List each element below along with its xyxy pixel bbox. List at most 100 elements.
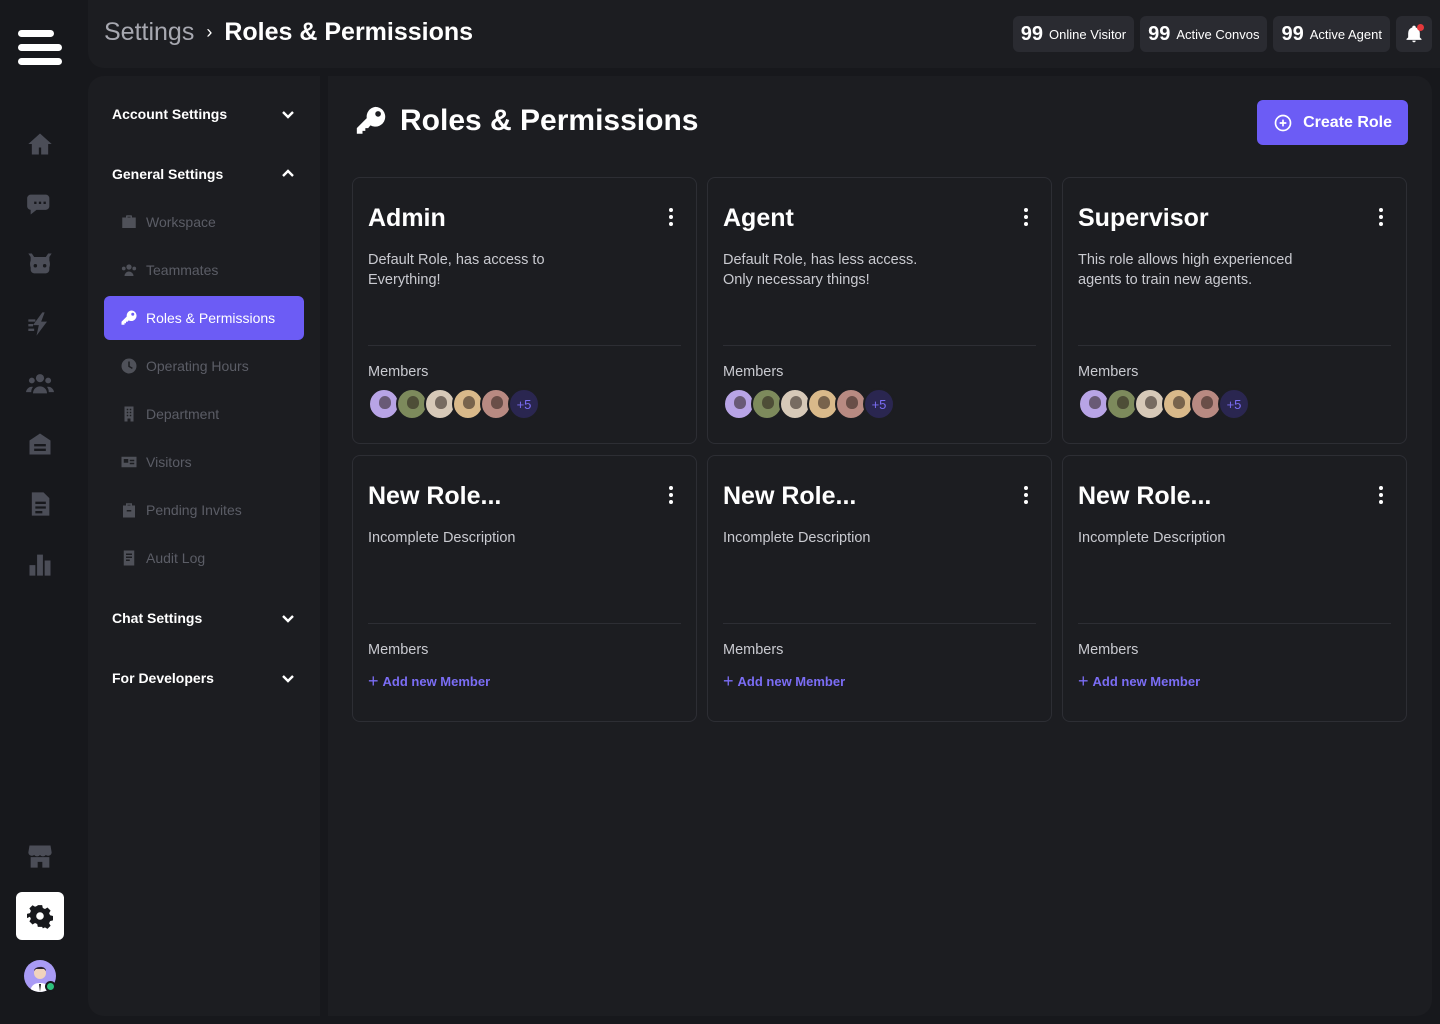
stat-online-visitor[interactable]: 99 Online Visitor: [1012, 16, 1135, 52]
role-card[interactable]: Agent Default Role, has less access. Only…: [707, 177, 1052, 444]
more-members-badge[interactable]: +5: [863, 388, 895, 420]
building-icon: [124, 406, 134, 422]
member-avatars[interactable]: +5: [723, 388, 895, 420]
chevron-right-icon: ›: [206, 22, 213, 42]
chevron-up-icon: [282, 169, 294, 177]
stat-label: Active Convos: [1176, 26, 1260, 42]
divider: [723, 623, 1036, 624]
notifications-button[interactable]: [1396, 16, 1432, 52]
settings-sidebar: Account Settings General Settings Worksp…: [88, 76, 320, 1016]
group-chat-settings[interactable]: Chat Settings: [112, 610, 296, 626]
divider: [1078, 623, 1391, 624]
sidebar-item-label: Pending Invites: [146, 502, 242, 518]
lightning-icon[interactable]: [25, 309, 55, 339]
role-card[interactable]: New Role... Incomplete Description Members…: [707, 455, 1052, 722]
more-options-icon[interactable]: [1023, 208, 1029, 226]
sidebar-item-department[interactable]: Department: [104, 392, 304, 436]
sidebar-item-operating-hours[interactable]: Operating Hours: [104, 344, 304, 388]
members-label: Members: [368, 364, 429, 380]
group-label: Account Settings: [112, 106, 228, 122]
top-header: Settings › Roles & Permissions 99 Online…: [88, 0, 1440, 68]
add-member-button[interactable]: + Add new Member: [368, 671, 490, 691]
bot-icon[interactable]: [25, 249, 55, 279]
role-description: Default Role, has less access. Only nece…: [723, 252, 918, 288]
sidebar-item-audit-log[interactable]: Audit Log: [104, 536, 304, 580]
members-label: Members: [723, 364, 784, 380]
sidebar-item-label: Teammates: [146, 262, 219, 278]
users-icon: [121, 264, 137, 276]
more-options-icon[interactable]: [1378, 208, 1384, 226]
key-icon: [356, 106, 386, 134]
divider: [1078, 345, 1391, 346]
page-header: Roles & Permissions: [354, 104, 698, 138]
home-icon[interactable]: [25, 129, 55, 159]
stat-label: Online Visitor: [1049, 26, 1127, 42]
role-card[interactable]: New Role... Incomplete Description Members…: [352, 455, 697, 722]
group-label: For Developers: [112, 670, 214, 686]
stat-active-agent[interactable]: 99 Active Agent: [1273, 16, 1390, 52]
group-label: General Settings: [112, 166, 224, 182]
more-options-icon[interactable]: [668, 208, 674, 226]
role-title: New Role...: [1078, 482, 1212, 510]
role-title: Agent: [723, 204, 794, 232]
sidebar-item-label: Roles & Permissions: [146, 310, 276, 326]
role-card[interactable]: New Role... Incomplete Description Members…: [1062, 455, 1407, 722]
member-avatars[interactable]: +5: [368, 388, 540, 420]
role-title: New Role...: [723, 482, 857, 510]
log-icon: [123, 550, 135, 566]
add-member-label: Add new Member: [1092, 674, 1201, 689]
stat-value: 99: [1148, 22, 1171, 45]
inbox-icon[interactable]: [25, 429, 55, 459]
settings-button[interactable]: [16, 892, 64, 940]
id-card-icon: [121, 456, 137, 468]
add-member-button[interactable]: + Add new Member: [723, 671, 845, 691]
online-status-dot: [45, 981, 56, 992]
group-general-settings[interactable]: General Settings: [112, 166, 296, 182]
sidebar-item-roles-permissions[interactable]: Roles & Permissions: [104, 296, 304, 340]
app-rail: [0, 0, 80, 1024]
chevron-down-icon: [282, 111, 294, 119]
sidebar-item-label: Department: [146, 406, 220, 422]
reports-icon[interactable]: [25, 549, 55, 579]
members-label: Members: [368, 642, 429, 658]
document-icon[interactable]: [25, 489, 55, 519]
breadcrumb-root[interactable]: Settings: [104, 18, 194, 47]
app-logo[interactable]: [18, 30, 62, 66]
chat-icon[interactable]: [25, 189, 55, 219]
more-options-icon[interactable]: [1023, 486, 1029, 504]
group-for-developers[interactable]: For Developers: [112, 670, 296, 686]
stat-label: Active Agent: [1309, 26, 1382, 42]
chevron-down-icon: [282, 675, 294, 683]
invite-icon: [123, 503, 135, 518]
sidebar-item-visitors[interactable]: Visitors: [104, 440, 304, 484]
group-label: Chat Settings: [112, 610, 203, 626]
role-card[interactable]: Supervisor This role allows high experien…: [1062, 177, 1407, 444]
role-description: This role allows high experienced agents…: [1078, 252, 1293, 288]
plus-icon: +: [368, 671, 379, 691]
add-member-button[interactable]: + Add new Member: [1078, 672, 1201, 690]
sidebar-item-teammates[interactable]: Teammates: [104, 248, 304, 292]
key-icon: [121, 310, 137, 325]
create-role-button[interactable]: Create Role: [1257, 100, 1408, 145]
sidebar-item-workspace[interactable]: Workspace: [104, 200, 304, 244]
sidebar-item-pending-invites[interactable]: Pending Invites: [104, 488, 304, 532]
more-options-icon[interactable]: [1378, 486, 1384, 504]
more-options-icon[interactable]: [668, 486, 674, 504]
members-label: Members: [723, 642, 784, 658]
divider: [368, 345, 681, 346]
breadcrumb: Settings › Roles & Permissions: [104, 18, 473, 47]
team-icon[interactable]: [25, 369, 55, 399]
stat-value: 99: [1020, 22, 1044, 45]
stat-active-convos[interactable]: 99 Active Convos: [1140, 16, 1268, 52]
plus-icon: +: [723, 671, 734, 691]
more-members-badge[interactable]: +5: [1218, 388, 1250, 420]
divider: [368, 623, 681, 624]
sidebar-item-label: Workspace: [146, 214, 216, 230]
member-avatars[interactable]: +5: [1078, 388, 1250, 420]
chevron-down-icon: [282, 615, 294, 623]
role-card[interactable]: Admin Default Role, has access to Everyth…: [352, 177, 697, 444]
notification-badge: [1417, 24, 1424, 31]
more-members-badge[interactable]: +5: [508, 388, 540, 420]
group-account-settings[interactable]: Account Settings: [112, 106, 296, 122]
store-icon[interactable]: [25, 841, 55, 871]
